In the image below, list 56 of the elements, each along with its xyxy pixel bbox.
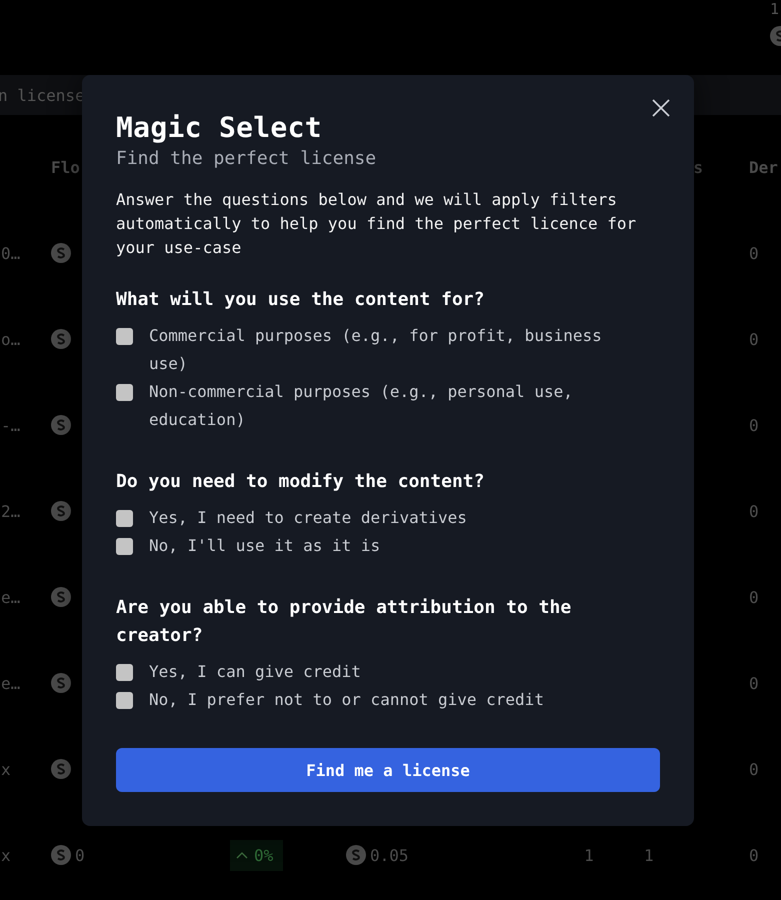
table-cell: 0.05 <box>370 846 409 864</box>
table-cell: 1 <box>644 846 654 864</box>
table-cell: x <box>1 760 11 778</box>
option-label: No, I prefer not to or cannot give credit <box>149 689 544 711</box>
table-cell: x <box>1 846 11 864</box>
option-label: Non-commercial purposes (e.g., personal use, education) <box>149 381 574 431</box>
coin-icon <box>51 501 71 521</box>
table-cell: 0 <box>749 588 759 606</box>
option-label: No, I'll use it as it is <box>149 535 380 557</box>
table-cell: -… <box>1 416 20 434</box>
caret-up-icon <box>236 851 248 859</box>
column-header: Flo <box>51 158 80 176</box>
table-cell: 0 <box>749 760 759 778</box>
table-cell: e… <box>1 674 20 692</box>
question-text: Do you need to modify the content? <box>116 470 486 494</box>
coin-icon <box>51 415 71 435</box>
table-cell: 0… <box>1 244 20 262</box>
count-text: 1 <box>769 0 780 18</box>
dialog-subtitle: Find the perfect license <box>116 147 378 171</box>
table-cell: 0 <box>749 502 759 520</box>
table-cell: 0 <box>75 846 85 864</box>
checkbox[interactable] <box>116 538 133 555</box>
coin-icon <box>51 673 71 693</box>
close-icon <box>652 99 670 117</box>
question-text: What will you use the content for? <box>116 288 486 312</box>
table-cell: 0 <box>749 846 759 864</box>
table-cell: e… <box>1 588 20 606</box>
table-cell: o… <box>1 330 20 348</box>
checkbox[interactable] <box>116 328 133 345</box>
table-cell: 0 <box>749 330 759 348</box>
coin-icon <box>346 845 366 865</box>
checkbox[interactable] <box>116 384 133 401</box>
column-header: s <box>693 158 703 176</box>
option-label: Yes, I need to create derivatives <box>149 507 467 529</box>
table-cell: 1 <box>584 846 594 864</box>
table-cell: 0 <box>749 674 759 692</box>
option-label: Commercial purposes (e.g., for profit, business use) <box>149 325 603 375</box>
coin-icon <box>51 329 71 349</box>
coin-icon <box>51 845 71 865</box>
change-value: 0% <box>254 846 274 864</box>
table-cell: 0 <box>749 416 759 434</box>
close-button[interactable] <box>652 99 670 117</box>
coin-icon <box>51 243 71 263</box>
coin-icon <box>51 587 71 607</box>
checkbox[interactable] <box>116 664 133 681</box>
find-license-button[interactable]: Find me a license <box>116 748 660 792</box>
question-text: Are you able to provide attribution to the creator? <box>116 596 572 648</box>
column-header: Der <box>749 158 778 176</box>
dialog-title: Magic Select <box>116 111 323 145</box>
table-cell: 2… <box>1 502 20 520</box>
coin-icon <box>51 759 71 779</box>
checkbox[interactable] <box>116 510 133 527</box>
checkbox[interactable] <box>116 692 133 709</box>
description-text: Answer the questions below and we will apply filters automatically to help you find the perfect licence for your use-case <box>116 189 638 259</box>
option-label: Yes, I can give credit <box>149 661 361 683</box>
table-cell: 0 <box>749 244 759 262</box>
